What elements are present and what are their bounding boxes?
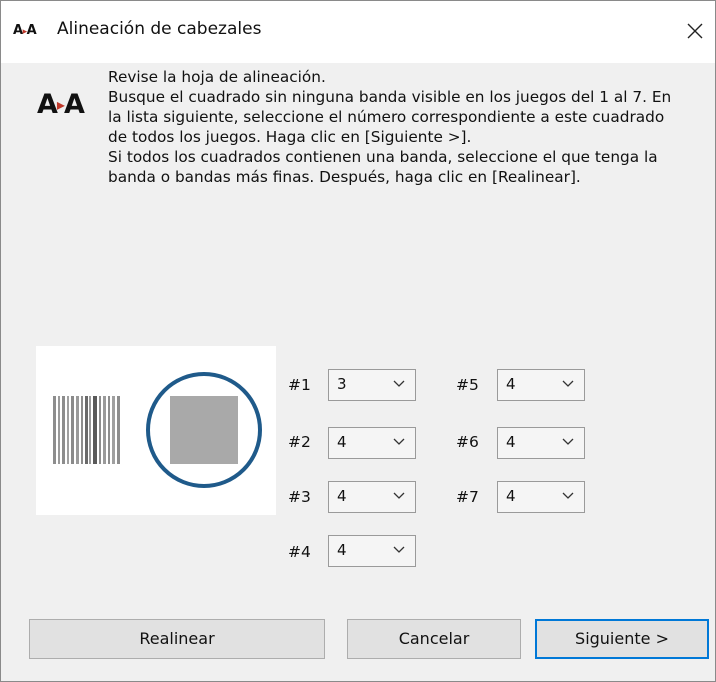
- chevron-down-icon: [562, 492, 574, 499]
- set-3-select[interactable]: 4: [328, 481, 416, 513]
- selected-value: 4: [337, 541, 347, 559]
- selected-value: 4: [337, 433, 347, 451]
- instruction-line: la lista siguiente, seleccione el número…: [108, 108, 665, 126]
- chevron-down-icon: [393, 438, 405, 445]
- instruction-line: Revise la hoja de alineación.: [108, 68, 326, 86]
- close-icon: [687, 23, 703, 39]
- instruction-line: Busque el cuadrado sin ninguna banda vis…: [108, 88, 672, 106]
- instruction-line: de todos los juegos. Haga clic en [Sigui…: [108, 128, 472, 146]
- set-5-select[interactable]: 4: [497, 369, 585, 401]
- alignment-pattern-illustration: [36, 346, 276, 515]
- banded-square: [53, 396, 121, 464]
- set-label: #4: [288, 543, 311, 561]
- selected-value: 4: [337, 487, 347, 505]
- set-label: #1: [288, 376, 311, 394]
- chevron-down-icon: [393, 492, 405, 499]
- cancel-button[interactable]: Cancelar: [347, 619, 521, 659]
- chevron-down-icon: [562, 438, 574, 445]
- title-bar: A▸A Alineación de cabezales: [1, 1, 715, 63]
- pattern-graphic: [53, 372, 262, 488]
- set-6-select[interactable]: 4: [497, 427, 585, 459]
- chevron-down-icon: [393, 380, 405, 387]
- alignment-logo: A▸A: [37, 89, 85, 120]
- set-label: #6: [456, 433, 479, 451]
- next-button[interactable]: Siguiente >: [535, 619, 709, 659]
- set-label: #7: [456, 488, 479, 506]
- chevron-down-icon: [393, 546, 405, 553]
- close-button[interactable]: [675, 13, 715, 49]
- instructions-text: Revise la hoja de alineación. Busque el …: [108, 67, 708, 187]
- set-7-select[interactable]: 4: [497, 481, 585, 513]
- set-selection-grid: #1 3 #2 4 #3 4 #4 4 #5 4 #6 4 #7 4: [286, 369, 596, 579]
- set-1-select[interactable]: 3: [328, 369, 416, 401]
- target-square: [170, 396, 238, 464]
- instruction-line: banda o bandas más finas. Después, haga …: [108, 168, 581, 186]
- set-label: #5: [456, 376, 479, 394]
- set-4-select[interactable]: 4: [328, 535, 416, 567]
- window-title: Alineación de cabezales: [57, 19, 262, 39]
- instruction-line: Si todos los cuadrados contienen una ban…: [108, 148, 658, 166]
- selected-value: 4: [506, 487, 516, 505]
- selected-value: 4: [506, 375, 516, 393]
- set-label: #2: [288, 433, 311, 451]
- set-2-select[interactable]: 4: [328, 427, 416, 459]
- alignment-dialog: A▸A Alineación de cabezales A▸A Revise l…: [0, 0, 716, 682]
- set-label: #3: [288, 488, 311, 506]
- chevron-down-icon: [562, 380, 574, 387]
- selected-value: 3: [337, 375, 347, 393]
- app-icon: A▸A: [13, 23, 37, 38]
- selected-value: 4: [506, 433, 516, 451]
- realign-button[interactable]: Realinear: [29, 619, 325, 659]
